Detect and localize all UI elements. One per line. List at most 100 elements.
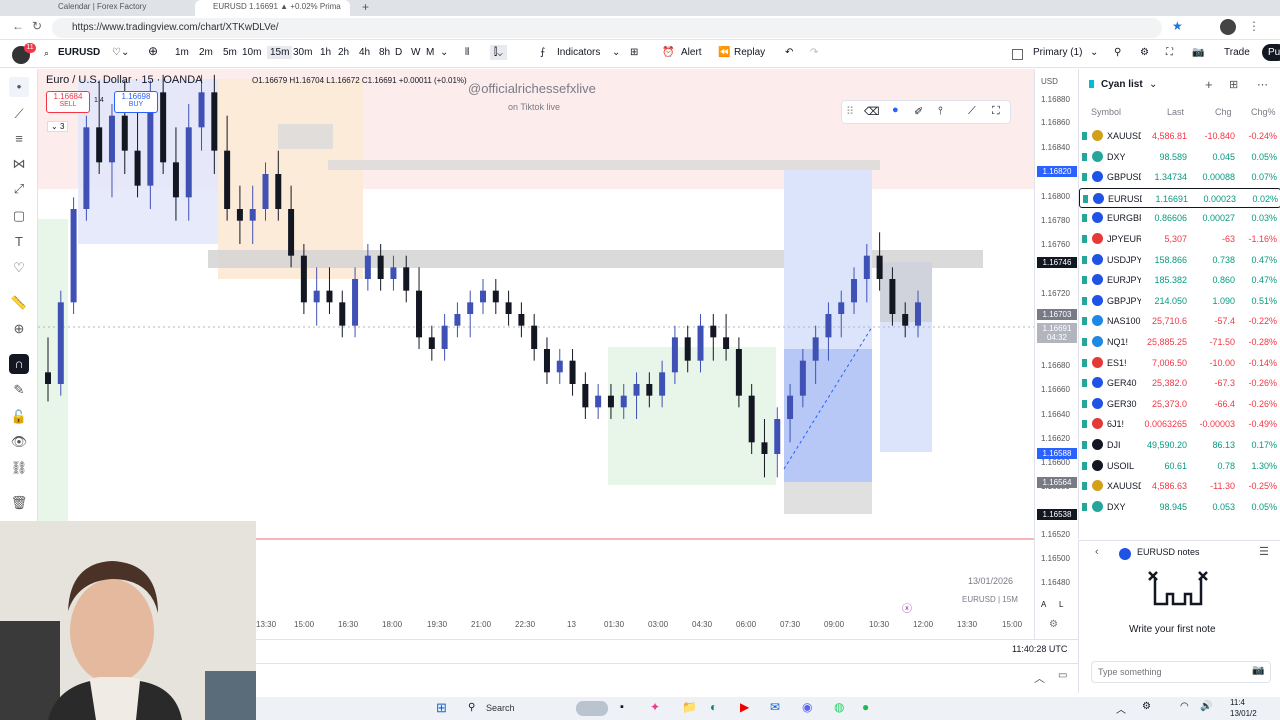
file-explorer-icon[interactable]: 📁	[682, 700, 697, 714]
watchlist-row[interactable]: EURJPY 185.382 0.860 0.47%	[1079, 270, 1280, 290]
frame-icon[interactable]: ⛶	[992, 105, 1000, 118]
publish-button[interactable]: Pu	[1262, 44, 1280, 61]
bookmark-star-icon[interactable]: ★	[1172, 19, 1183, 33]
color-dot-icon[interactable]: ●	[892, 104, 899, 116]
watchlist-row[interactable]: JPYEUR 5,307 -63 -1.16%	[1079, 229, 1280, 249]
watchlist-row[interactable]: 6J1! 0.0063265 -0.00003 -0.49%	[1079, 414, 1280, 434]
watchlist-row[interactable]: XAUUSD 4,586.81 -10.840 -0.24%	[1079, 126, 1280, 146]
watchlist-row[interactable]: ES1! 7,006.50 -10.00 -0.14%	[1079, 353, 1280, 373]
back-icon[interactable]: ←	[12, 19, 24, 33]
watchlist-row[interactable]: GBPJPY 214.050 1.090 0.51%	[1079, 291, 1280, 311]
magnet-icon[interactable]: ∩	[9, 354, 29, 374]
style-icon[interactable]: ⫯	[938, 105, 943, 118]
eye-icon[interactable]: 👁	[9, 432, 29, 452]
lock-draw-icon[interactable]: ✎	[9, 380, 29, 400]
interval-2h[interactable]: 2h	[338, 47, 349, 58]
interval-1m[interactable]: 1m	[175, 47, 189, 58]
auto-scale-toggle[interactable]: A	[1041, 600, 1046, 609]
watchlist-row[interactable]: EURGBP 0.86606 0.00027 0.03%	[1079, 208, 1280, 228]
taskbar-search[interactable]: Search	[486, 703, 515, 713]
interval-W[interactable]: W	[411, 47, 420, 58]
chevron-down-icon[interactable]: ⌄	[612, 47, 620, 58]
eraser-icon[interactable]: ⌫	[864, 105, 880, 118]
replay-button[interactable]: Replay	[734, 47, 765, 58]
watchlist-row[interactable]: USOIL 60.61 0.78 1.30%	[1079, 456, 1280, 476]
watchlist-row[interactable]: EURUSD 1.16691 0.00023 0.02%	[1079, 187, 1280, 208]
fullscreen-icon[interactable]: ⛶	[1166, 47, 1173, 58]
browser-tab-active[interactable]: EURUSD 1.16691 ▲ +0.02% Prima	[195, 0, 350, 16]
whatsapp-icon[interactable]: ◍	[834, 700, 844, 714]
reload-icon[interactable]: ↻	[32, 19, 42, 33]
alert-button[interactable]: Alert	[681, 47, 702, 58]
ruler-icon[interactable]: 📏	[9, 293, 29, 313]
chevron-left-icon[interactable]: ‹	[1095, 546, 1099, 558]
outlook-icon[interactable]: ✉	[770, 700, 780, 714]
clock-date[interactable]: 13/01/2	[1230, 709, 1257, 718]
interval-5m[interactable]: 5m	[223, 47, 237, 58]
bar-style-icon[interactable]: ⫴	[465, 47, 469, 58]
discord-icon[interactable]: ◉	[802, 700, 812, 714]
indicators-button[interactable]: Indicators	[557, 47, 600, 58]
spotify-icon[interactable]: ●	[862, 700, 869, 714]
brush-icon[interactable]: ✐	[914, 105, 923, 118]
copilot-icon[interactable]: ✦	[650, 700, 660, 714]
taskview-icon[interactable]: ▪	[620, 701, 624, 713]
undo-icon[interactable]: ↶	[785, 47, 793, 58]
fib-icon[interactable]: ≡	[9, 129, 29, 149]
watchlist-row[interactable]: DXY 98.589 0.045 0.05%	[1079, 147, 1280, 167]
price-axis[interactable]: USD 1.16880 1.16860 1.16840 1.16800 1.16780 1…	[1034, 69, 1078, 639]
pattern-icon[interactable]: ⋈	[9, 154, 29, 174]
heart-icon[interactable]: ♡	[9, 258, 29, 278]
indicator-collapse-toggle[interactable]: ⌄ 3	[47, 121, 69, 132]
tray-chevron-icon[interactable]: ︿	[1116, 701, 1126, 716]
camera-icon[interactable]: 📷	[1192, 47, 1204, 58]
layout-icon[interactable]	[1012, 49, 1023, 60]
profile-avatar[interactable]	[1220, 19, 1236, 35]
browser-tab[interactable]: Calendar | Forex Factory	[40, 0, 190, 16]
interval-1h[interactable]: 1h	[320, 47, 331, 58]
heart-icon[interactable]: ♡⌄	[112, 47, 129, 58]
header-last[interactable]: Last	[1167, 102, 1184, 122]
sell-button[interactable]: 1.16684 SELL	[46, 91, 90, 113]
note-input[interactable]: 📷	[1091, 661, 1271, 683]
url-field[interactable]: https://www.tradingview.com/chart/XTKwDL…	[52, 18, 1162, 38]
more-icon[interactable]: ⋯	[1257, 78, 1268, 91]
note-text-field[interactable]	[1098, 667, 1248, 677]
candle-type-icon[interactable]: ⫿⌄	[490, 45, 507, 60]
interval-8h[interactable]: 8h	[379, 47, 390, 58]
watchlist-row[interactable]: GBPUSD 1.34734 0.00088 0.07%	[1079, 167, 1280, 187]
log-scale-toggle[interactable]: L	[1059, 600, 1063, 609]
text-icon[interactable]: T	[9, 232, 29, 252]
search-icon[interactable]: ⌕	[44, 48, 49, 59]
more-icon[interactable]: ⋮	[1248, 19, 1260, 33]
trendline-icon[interactable]: ⟋	[9, 104, 29, 124]
line-tool-icon[interactable]: ⟋	[968, 105, 976, 118]
maximize-icon[interactable]: ▭	[1058, 670, 1067, 681]
chevron-down-icon[interactable]: ⌄	[1149, 79, 1157, 90]
utc-clock[interactable]: 11:40:28 UTC	[1012, 644, 1067, 654]
interval-30m[interactable]: 30m	[293, 47, 312, 58]
lock-icon[interactable]: 🔓	[9, 407, 29, 427]
settings-gear-icon[interactable]: ⚙	[1140, 47, 1149, 58]
settings-gear-icon[interactable]: ⚙	[1049, 619, 1058, 630]
time-axis[interactable]: 13:30 15:00 16:30 18:00 19:30 21:00 22:30 13 01:…	[256, 617, 1034, 633]
watchlist-row[interactable]: NAS100 25,710.6 -57.4 -0.22%	[1079, 311, 1280, 331]
shape-icon[interactable]: ▢	[9, 206, 29, 226]
redo-icon[interactable]: ↷	[810, 47, 818, 58]
trade-button[interactable]: Trade	[1224, 47, 1250, 58]
header-symbol[interactable]: Symbol	[1091, 102, 1121, 122]
chevron-down-icon[interactable]: ⌄	[440, 47, 448, 58]
list-icon[interactable]: ☰	[1259, 545, 1269, 558]
columns-icon[interactable]: ⊞	[1229, 78, 1238, 91]
interval-2m[interactable]: 2m	[199, 47, 213, 58]
projection-icon[interactable]: ⤢	[9, 179, 29, 199]
lightning-icon[interactable]: ⓧ	[902, 600, 912, 615]
interval-4h[interactable]: 4h	[359, 47, 370, 58]
interval-10m[interactable]: 10m	[242, 47, 261, 58]
add-symbol-icon[interactable]: +	[1205, 77, 1213, 92]
zoom-icon[interactable]: ⊕	[9, 319, 29, 339]
interval-15m[interactable]: 15m	[267, 46, 293, 59]
chevron-up-icon[interactable]: ︿	[1034, 670, 1045, 686]
watchlist-row[interactable]: GER40 25,382.0 -67.3 -0.26%	[1079, 373, 1280, 393]
camera-icon[interactable]: 📷	[1252, 665, 1264, 676]
